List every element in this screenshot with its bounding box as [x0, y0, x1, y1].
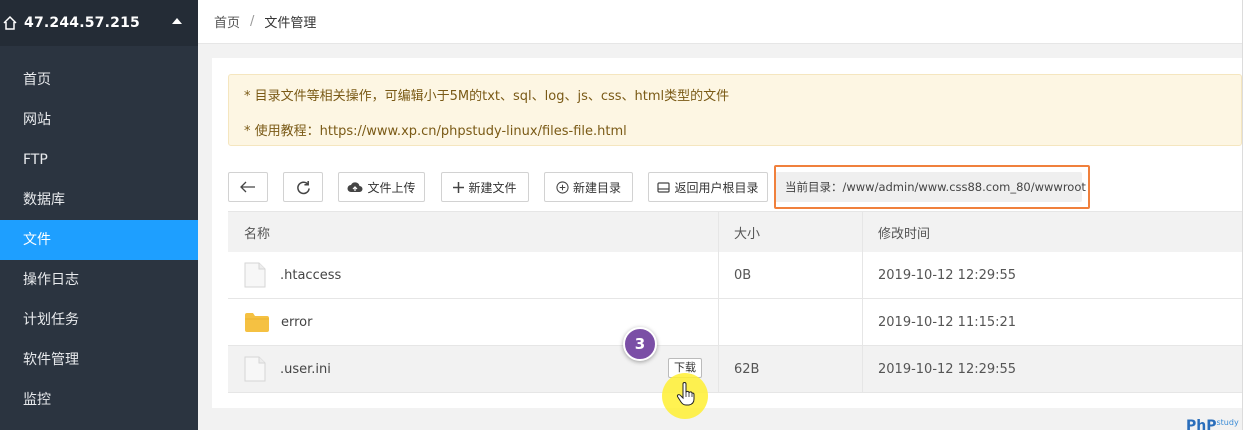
- sidebar: 47.244.57.215 首页 网站 FTP 数据库 文件 操作日志 计划任务…: [0, 0, 198, 430]
- header-name[interactable]: 名称: [228, 212, 719, 252]
- notice-line-1: * 目录文件等相关操作，可编辑小于5M的txt、sql、log、js、css、h…: [244, 89, 730, 104]
- breadcrumb-current: 文件管理: [264, 16, 317, 31]
- window-bottom-edge: [0, 430, 1252, 438]
- table-row[interactable]: .user.ini 下载 62B 2019-10-12 12:29:55: [228, 346, 1242, 393]
- server-switcher[interactable]: 47.244.57.215: [0, 0, 198, 46]
- file-size: 0B: [719, 252, 863, 298]
- file-name[interactable]: .htaccess: [280, 268, 341, 283]
- main-area: 首页 / 文件管理 * 目录文件等相关操作，可编辑小于5M的txt、sql、lo…: [198, 0, 1242, 430]
- table-row[interactable]: .htaccess 0B 2019-10-12 12:29:55: [228, 252, 1242, 299]
- step-badge: 3: [623, 327, 657, 361]
- drive-icon: [657, 181, 671, 193]
- home-dir-button[interactable]: 返回用户根目录: [648, 172, 768, 202]
- folder-icon: [245, 313, 269, 332]
- header-size[interactable]: 大小: [719, 212, 863, 252]
- file-mtime: 2019-10-12 12:29:55: [878, 267, 1017, 283]
- file-icon: [244, 356, 266, 382]
- breadcrumb-home[interactable]: 首页: [214, 12, 240, 31]
- file-mtime: 2019-10-12 11:15:21: [878, 314, 1017, 330]
- hand-cursor-icon: [676, 382, 695, 406]
- sidebar-nav: 首页 网站 FTP 数据库 文件 操作日志 计划任务 软件管理 监控: [0, 60, 198, 420]
- notice-box: * 目录文件等相关操作，可编辑小于5M的txt、sql、log、js、css、h…: [228, 74, 1242, 146]
- phpstudy-watermark: PhPstudy: [1186, 418, 1239, 434]
- home-dir-label: 返回用户根目录: [674, 180, 759, 195]
- window-edge: [1242, 0, 1252, 438]
- sidebar-item-database[interactable]: 数据库: [0, 180, 198, 220]
- plus-circle-icon: [556, 180, 569, 194]
- upload-label: 文件上传: [367, 180, 416, 195]
- sidebar-item-cron[interactable]: 计划任务: [0, 300, 198, 340]
- new-folder-label: 新建目录: [572, 180, 621, 195]
- sidebar-item-software[interactable]: 软件管理: [0, 340, 198, 380]
- file-name[interactable]: .user.ini: [280, 362, 331, 377]
- upload-button[interactable]: 文件上传: [338, 172, 425, 202]
- header-mtime[interactable]: 修改时间: [863, 212, 1242, 252]
- sidebar-item-home[interactable]: 首页: [0, 60, 198, 100]
- new-file-button[interactable]: 新建文件: [441, 172, 529, 202]
- caret-up-icon[interactable]: [172, 18, 182, 24]
- breadcrumb-separator: /: [250, 14, 255, 29]
- path-highlight-annotation: [774, 165, 1090, 209]
- breadcrumb: 首页 / 文件管理: [198, 0, 1242, 44]
- table-row[interactable]: error 2019-10-12 11:15:21: [228, 299, 1242, 346]
- arrow-left-icon: [240, 181, 255, 193]
- file-size: 62B: [719, 346, 863, 392]
- plus-icon: [453, 181, 465, 193]
- file-panel: * 目录文件等相关操作，可编辑小于5M的txt、sql、log、js、css、h…: [212, 58, 1242, 408]
- notice-line-2: * 使用教程：https://www.xp.cn/phpstudy-linux/…: [244, 124, 627, 139]
- cloud-upload-icon: [347, 182, 363, 192]
- sidebar-item-ftp[interactable]: FTP: [0, 140, 198, 180]
- home-icon: [3, 15, 17, 30]
- file-icon: [244, 262, 266, 288]
- file-size: [719, 299, 863, 345]
- sidebar-item-logs[interactable]: 操作日志: [0, 260, 198, 300]
- sidebar-item-files[interactable]: 文件: [0, 220, 198, 260]
- refresh-icon: [296, 180, 310, 194]
- folder-name[interactable]: error: [281, 315, 312, 330]
- new-folder-button[interactable]: 新建目录: [544, 172, 633, 202]
- file-mtime: 2019-10-12 12:29:55: [878, 361, 1017, 377]
- sidebar-item-website[interactable]: 网站: [0, 100, 198, 140]
- sidebar-item-monitor[interactable]: 监控: [0, 380, 198, 420]
- new-file-label: 新建文件: [468, 180, 517, 195]
- table-header: 名称 大小 修改时间: [228, 212, 1242, 252]
- back-button[interactable]: [228, 172, 268, 202]
- file-table: 名称 大小 修改时间 .htaccess 0B 2019-10-12 12:29…: [228, 211, 1242, 393]
- refresh-button[interactable]: [283, 172, 323, 202]
- server-host: 47.244.57.215: [24, 15, 140, 31]
